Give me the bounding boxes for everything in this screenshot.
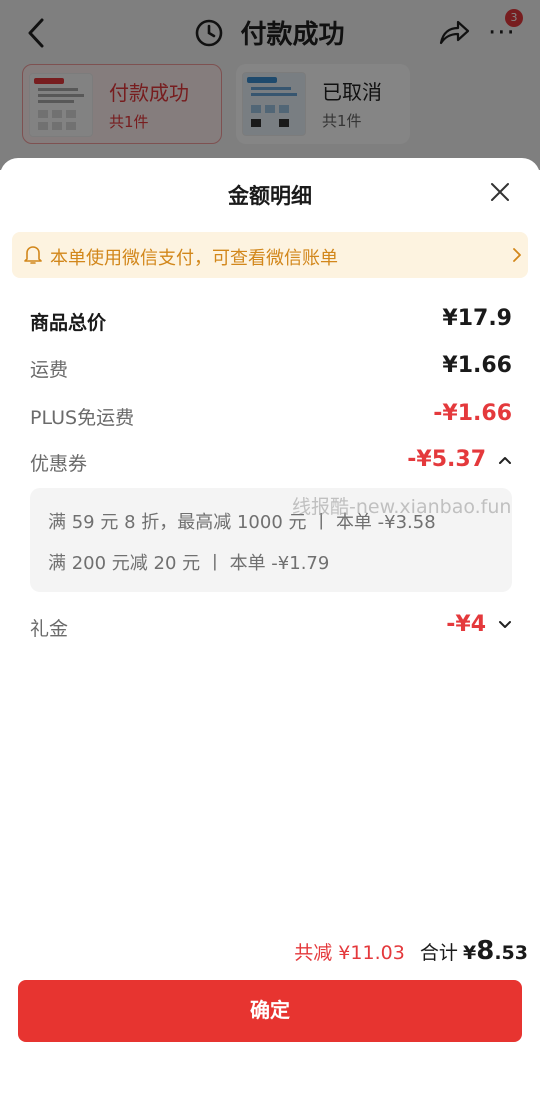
- notice-text: 本单使用微信支付，可查看微信账单: [50, 248, 338, 269]
- close-button[interactable]: [488, 180, 512, 204]
- gift-money-row[interactable]: 礼金 -¥4: [30, 612, 512, 644]
- goods-total-value: ¥17.9: [442, 306, 512, 331]
- plus-free-shipping-row: PLUS免运费 -¥1.66: [30, 401, 512, 433]
- chevron-up-icon: [499, 457, 511, 464]
- coupon-detail-line: 满 200 元减 20 元 丨 本单 -¥1.79: [48, 553, 330, 574]
- wechat-pay-notice[interactable]: 本单使用微信支付，可查看微信账单: [12, 232, 528, 278]
- goods-total-row: 商品总价 ¥17.9: [30, 306, 512, 338]
- chevron-down-icon: [499, 621, 511, 628]
- total-currency: ¥: [463, 942, 477, 964]
- gift-money-label: 礼金: [30, 618, 69, 640]
- close-icon: [491, 183, 509, 201]
- coupon-label: 优惠券: [30, 453, 88, 475]
- gift-money-value: -¥4: [446, 612, 486, 637]
- total-integer: 8: [476, 936, 495, 966]
- shipping-value: ¥1.66: [442, 353, 512, 378]
- total-decimal: .53: [494, 942, 528, 964]
- total-summary: 共减 ¥11.03 合计 ¥8.53: [294, 936, 528, 966]
- confirm-button[interactable]: 确定: [18, 980, 522, 1042]
- chevron-right-icon: [513, 248, 521, 262]
- plus-free-shipping-value: -¥1.66: [433, 401, 512, 426]
- total-discount: 共减 ¥11.03: [294, 942, 405, 964]
- amount-detail-sheet: 金额明细 本单使用微信支付，可查看微信账单 商品总价 ¥17.9 运费 ¥1.6…: [0, 158, 540, 1097]
- coupon-row[interactable]: 优惠券 -¥5.37: [30, 447, 512, 479]
- plus-free-shipping-label: PLUS免运费: [30, 407, 135, 429]
- shipping-row: 运费 ¥1.66: [30, 353, 512, 385]
- modal-overlay[interactable]: [0, 0, 540, 170]
- sheet-title: 金额明细: [228, 184, 312, 208]
- total-label: 合计: [419, 942, 458, 964]
- watermark: 线报酷-new.xianbao.fun: [292, 496, 512, 518]
- goods-total-label: 商品总价: [30, 312, 107, 334]
- bell-icon: [24, 246, 42, 264]
- coupon-value: -¥5.37: [407, 447, 486, 472]
- shipping-label: 运费: [30, 359, 69, 381]
